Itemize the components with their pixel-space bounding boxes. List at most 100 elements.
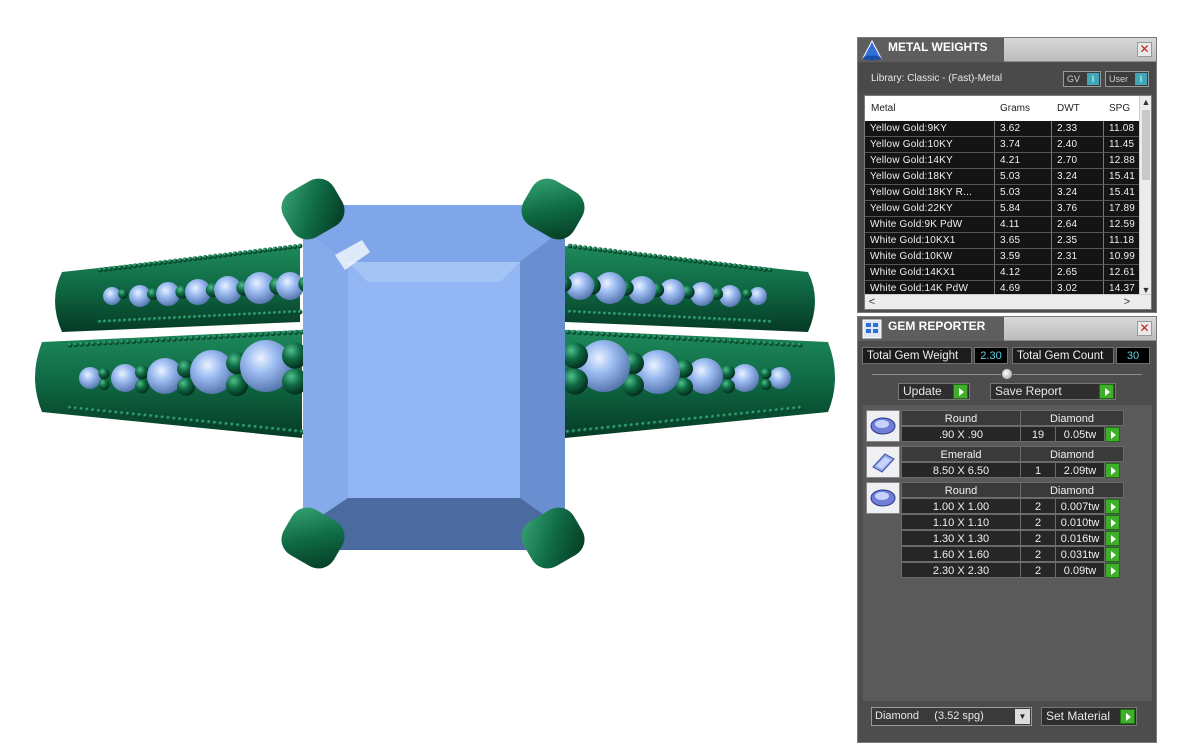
user-toggle-indicator: I: [1135, 73, 1147, 85]
3d-viewport[interactable]: [0, 0, 850, 743]
metal-table-row[interactable]: White Gold:14KX1 4.12 2.65 12.61: [865, 265, 1144, 281]
round-gem-icon[interactable]: [866, 482, 900, 514]
milgrain-bead: [177, 336, 183, 342]
milgrain-bead: [232, 312, 238, 318]
gem-material-label: Diamond: [1020, 446, 1124, 462]
user-toggle[interactable]: User I: [1105, 71, 1149, 87]
milgrain-bead: [127, 264, 133, 269]
gem-weight: 0.05tw: [1055, 426, 1105, 442]
metal-table-horizontal-scrollbar[interactable]: < >: [865, 294, 1151, 309]
metal-table-row[interactable]: White Gold:10KX1 3.65 2.35 11.18: [865, 233, 1144, 249]
milgrain-bead: [167, 316, 173, 321]
select-gem-play-icon[interactable]: [1105, 563, 1120, 578]
scroll-up-icon[interactable]: ▲: [1140, 96, 1151, 108]
milgrain-bead: [276, 427, 282, 432]
set-material-button[interactable]: Set Material: [1041, 707, 1137, 726]
milgrain-bead: [607, 248, 613, 254]
milgrain-bead: [137, 338, 143, 344]
metal-cell-spg: 11.18: [1104, 233, 1144, 249]
select-gem-play-icon[interactable]: [1105, 547, 1120, 562]
metal-table-row[interactable]: Yellow Gold:9KY 3.62 2.33 11.08: [865, 121, 1144, 137]
metal-cell-metal: Yellow Gold:10KY: [865, 137, 995, 153]
milgrain-bead: [166, 337, 172, 342]
metal-table-row[interactable]: Yellow Gold:10KY 3.74 2.40 11.45: [865, 137, 1144, 153]
metal-weights-close-button[interactable]: ✕: [1137, 42, 1152, 57]
metal-table[interactable]: Metal Grams DWT SPG Yellow Gold:9KY 3.62 2…: [864, 95, 1152, 310]
milgrain-bead: [612, 424, 617, 430]
milgrain-bead: [602, 247, 608, 253]
metal-cell-grams: 5.03: [995, 169, 1052, 185]
material-select[interactable]: Diamond (3.52 spg) ▼: [871, 707, 1032, 726]
milgrain-bead: [677, 315, 683, 320]
metal-cell-dwt: 2.40: [1052, 137, 1104, 153]
milgrain-bead: [277, 246, 283, 251]
gem-reporter-titlebar[interactable]: GEM REPORTER ✕: [858, 317, 1156, 341]
milgrain-bead: [722, 262, 728, 267]
column-header-spg[interactable]: SPG: [1109, 103, 1130, 114]
column-header-metal[interactable]: Metal: [871, 103, 895, 114]
column-header-dwt[interactable]: DWT: [1057, 103, 1080, 114]
bead: [562, 342, 588, 369]
milgrain-bead: [597, 311, 603, 316]
milgrain-bead: [658, 334, 664, 340]
milgrain-bead: [682, 315, 688, 321]
scroll-thumb[interactable]: [1142, 110, 1150, 180]
milgrain-bead: [629, 423, 635, 428]
select-gem-play-icon[interactable]: [1105, 463, 1120, 478]
milgrain-bead: [617, 332, 623, 338]
side-stone: [769, 367, 791, 389]
metal-table-row[interactable]: White Gold:10KW 3.59 2.31 10.99: [865, 249, 1144, 265]
chevron-down-icon[interactable]: ▼: [1015, 709, 1030, 724]
select-gem-play-icon[interactable]: [1105, 515, 1120, 530]
metal-table-row[interactable]: Yellow Gold:18KY 5.03 3.24 15.41: [865, 169, 1144, 185]
milgrain-bead: [252, 249, 258, 254]
milgrain-bead: [667, 255, 673, 261]
metal-cell-dwt: 2.31: [1052, 249, 1104, 265]
emerald-gem-icon[interactable]: [866, 446, 900, 478]
metal-table-vertical-scrollbar[interactable]: ▲ ▼: [1139, 96, 1151, 296]
milgrain-bead: [780, 341, 785, 347]
milgrain-bead: [692, 258, 698, 264]
column-header-grams[interactable]: Grams: [1000, 103, 1030, 114]
metal-table-row[interactable]: Yellow Gold:22KY 5.84 3.76 17.89: [865, 201, 1144, 217]
metal-cell-grams: 3.74: [995, 137, 1052, 153]
gem-size: 2.30 X 2.30: [901, 562, 1021, 578]
milgrain-bead: [716, 338, 722, 343]
scroll-right-icon[interactable]: >: [1120, 295, 1134, 309]
milgrain-bead: [172, 416, 177, 422]
select-gem-play-icon[interactable]: [1105, 531, 1120, 546]
gem-list[interactable]: Round Diamond .90 X .90 19 0.05tw Emerald Diam…: [863, 405, 1152, 701]
gem-reporter-close-button[interactable]: ✕: [1137, 321, 1152, 336]
metal-cell-dwt: 2.33: [1052, 121, 1104, 137]
metal-cell-dwt: 3.24: [1052, 169, 1104, 185]
milgrain-bead: [242, 250, 248, 256]
milgrain-bead: [264, 331, 270, 337]
milgrain-bead: [704, 415, 710, 420]
milgrain-bead: [567, 309, 573, 315]
milgrain-bead: [571, 329, 577, 335]
metal-weights-titlebar[interactable]: METAL WEIGHTS ✕: [858, 38, 1156, 62]
metal-cell-spg: 11.45: [1104, 137, 1144, 153]
save-report-button[interactable]: Save Report: [990, 383, 1116, 400]
milgrain-bead: [622, 250, 628, 256]
gem-size: .90 X .90: [901, 426, 1021, 442]
milgrain-bead: [262, 247, 268, 253]
milgrain-bead: [667, 314, 673, 320]
splitter-knob[interactable]: [1001, 368, 1013, 380]
metal-table-row[interactable]: Yellow Gold:14KY 4.21 2.70 12.88: [865, 153, 1144, 169]
play-icon: [1120, 709, 1135, 724]
milgrain-bead: [276, 330, 282, 336]
scroll-left-icon[interactable]: <: [865, 295, 879, 309]
update-button[interactable]: Update: [898, 383, 970, 400]
gv-toggle[interactable]: GV I: [1063, 71, 1101, 87]
milgrain-bead: [277, 310, 283, 316]
milgrain-bead: [786, 406, 791, 412]
round-gem-icon[interactable]: [866, 410, 900, 442]
metal-table-row[interactable]: Yellow Gold:18KY R... 5.03 3.24 15.41: [865, 185, 1144, 201]
milgrain-bead: [733, 339, 739, 344]
metal-table-row[interactable]: White Gold:9K PdW 4.11 2.64 12.59: [865, 217, 1144, 233]
select-gem-play-icon[interactable]: [1105, 427, 1120, 442]
milgrain-bead: [97, 319, 103, 325]
gv-toggle-label: GV: [1067, 74, 1081, 84]
select-gem-play-icon[interactable]: [1105, 499, 1120, 514]
